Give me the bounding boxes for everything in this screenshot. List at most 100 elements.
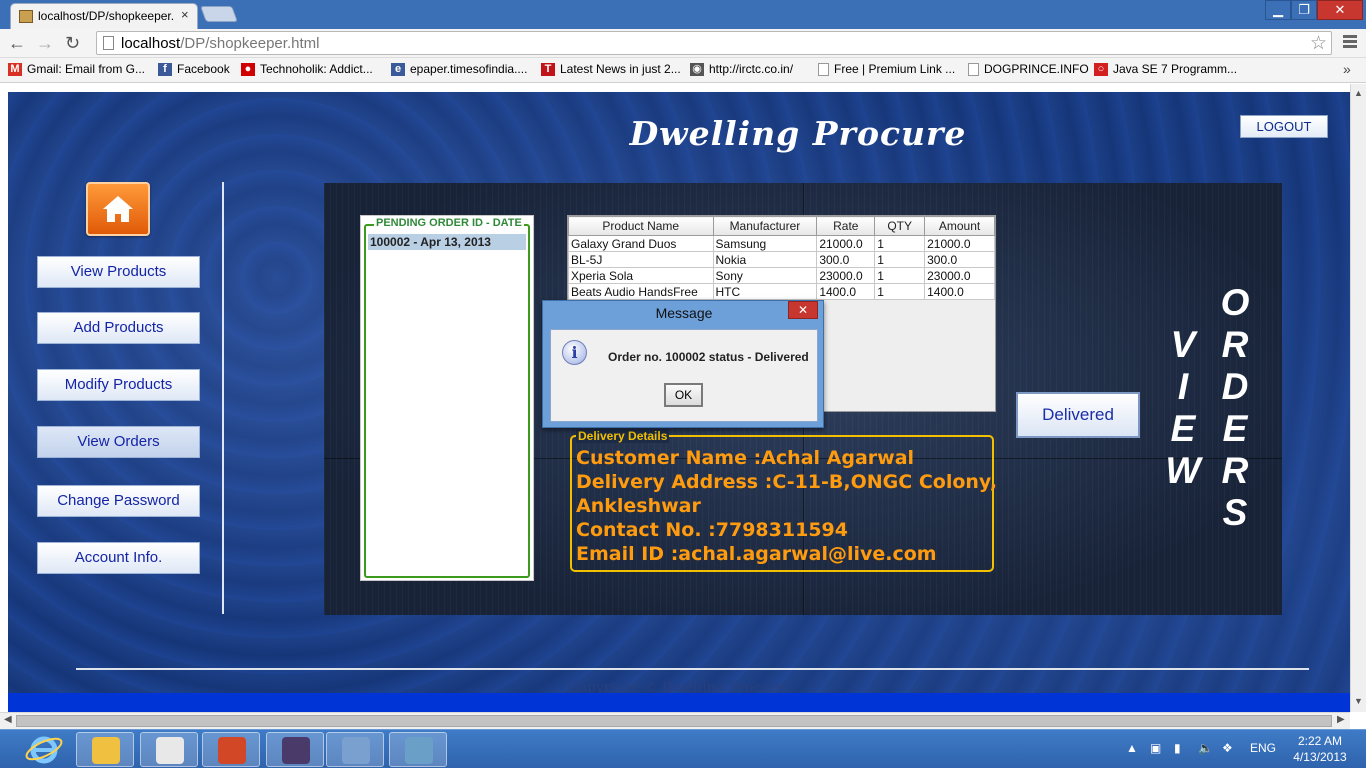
table-cell[interactable]: BL-5J (568, 251, 714, 268)
account-info-button[interactable]: Account Info. (37, 542, 200, 574)
sidebar-divider (222, 182, 224, 614)
back-icon[interactable]: ← (8, 33, 26, 53)
taskbar-app-explorer[interactable] (76, 732, 134, 767)
bookmark-item[interactable]: e epaper.timesofindia.... (391, 62, 527, 76)
email-id: Email ID :achal.agarwal@live.com (576, 543, 937, 565)
table-cell[interactable]: Sony (712, 267, 818, 284)
scroll-thumb[interactable] (16, 715, 1332, 727)
toi-icon: T (541, 62, 555, 76)
table-cell[interactable]: 21000.0 (924, 235, 995, 252)
pending-orders-group: PENDING ORDER ID - DATE 100002 - Apr 13,… (364, 217, 530, 578)
scroll-up-icon[interactable]: ▲ (1354, 88, 1363, 98)
close-window-button[interactable]: ✕ (1317, 0, 1363, 20)
modify-products-button[interactable]: Modify Products (37, 369, 200, 401)
table-cell[interactable]: HTC (712, 283, 818, 300)
table-cell[interactable]: 21000.0 (816, 235, 876, 252)
bookmark-star-icon[interactable]: ☆ (1310, 32, 1327, 55)
table-cell[interactable]: 1400.0 (816, 283, 876, 300)
delivery-details-group: Delivery Details Customer Name :Achal Ag… (570, 429, 997, 572)
epaper-icon: e (391, 62, 405, 76)
table-row[interactable]: BL-5J Nokia 300.0 1 300.0 (568, 251, 995, 268)
taskbar-app-java-ee-ide[interactable] (266, 732, 324, 767)
volume-icon[interactable]: 🔈 (1198, 741, 1213, 755)
table-cell[interactable]: Beats Audio HandsFree (568, 283, 714, 300)
home-button[interactable] (86, 182, 150, 236)
table-cell[interactable]: Galaxy Grand Duos (568, 235, 714, 252)
bookmark-item[interactable]: DOGPRINCE.INFO (968, 62, 1089, 76)
signal-icon[interactable]: ▮ (1174, 741, 1181, 755)
table-cell[interactable]: 23000.0 (924, 267, 995, 284)
taskbar-app-picture-viewer[interactable] (389, 732, 447, 767)
scroll-down-icon[interactable]: ▼ (1354, 696, 1363, 706)
dropbox-icon[interactable]: ❖ (1222, 741, 1233, 755)
new-tab-button[interactable] (200, 6, 238, 22)
taskbar-app-installer[interactable] (326, 732, 384, 767)
page-viewport: Dwelling Procure LOGOUT View Products Ad… (0, 84, 1350, 712)
column-header[interactable]: QTY (874, 216, 926, 236)
page-icon (818, 62, 829, 76)
column-header[interactable]: Rate (816, 216, 876, 236)
minimize-button[interactable]: ▁ (1265, 0, 1291, 20)
bookmark-item[interactable]: ○ Java SE 7 Programm... (1094, 62, 1237, 76)
vertical-scrollbar[interactable]: ▲ ▼ (1350, 84, 1366, 712)
table-cell[interactable]: 1400.0 (924, 283, 995, 300)
orders-vertical-heading: O R D E R S (1220, 282, 1250, 533)
more-bookmarks-icon[interactable]: » (1343, 61, 1351, 77)
table-cell[interactable]: 1 (874, 235, 926, 252)
logout-button[interactable]: LOGOUT (1240, 115, 1328, 138)
address-bar[interactable]: localhost/DP/shopkeeper.html ☆ (96, 31, 1332, 55)
bookmark-item[interactable]: ◉ http://irctc.co.in/ (690, 62, 793, 76)
page-title: Dwelling Procure (629, 114, 967, 153)
table-cell[interactable]: 1 (874, 267, 926, 284)
language-indicator[interactable]: ENG (1250, 741, 1276, 755)
table-cell[interactable]: 1 (874, 251, 926, 268)
tray-expand-icon[interactable]: ▲ (1126, 741, 1138, 755)
scroll-left-icon[interactable]: ◀ (4, 714, 12, 725)
tab-close-icon[interactable]: × (181, 7, 189, 22)
start-button[interactable] (24, 732, 66, 767)
table-row[interactable]: Xperia Sola Sony 23000.0 1 23000.0 (568, 267, 995, 284)
table-row[interactable]: Beats Audio HandsFree HTC 1400.0 1 1400.… (568, 283, 995, 300)
table-cell[interactable]: 300.0 (816, 251, 876, 268)
bookmark-item[interactable]: ● Technoholik: Addict... (241, 62, 373, 76)
column-header[interactable]: Product Name (568, 216, 714, 236)
bookmark-item[interactable]: Free | Premium Link ... (818, 62, 955, 76)
maximize-button[interactable]: ❐ (1291, 0, 1317, 20)
delivered-button[interactable]: Delivered (1016, 392, 1140, 438)
page-icon (103, 36, 114, 50)
pending-order-item[interactable]: 100002 - Apr 13, 2013 (368, 234, 526, 250)
system-clock[interactable]: 2:22 AM 4/13/2013 (1290, 733, 1350, 765)
column-header[interactable]: Amount (924, 216, 995, 236)
chrome-menu-icon[interactable] (1343, 35, 1357, 50)
ok-button[interactable]: OK (664, 383, 703, 407)
view-products-button[interactable]: View Products (37, 256, 200, 288)
scroll-right-icon[interactable]: ▶ (1337, 714, 1345, 725)
column-header[interactable]: Manufacturer (712, 216, 818, 236)
bookmark-item[interactable]: M Gmail: Email from G... (8, 62, 145, 76)
taskbar-app-chrome[interactable] (140, 732, 198, 767)
dialog-close-button[interactable]: ✕ (788, 301, 818, 319)
table-cell[interactable]: Nokia (712, 251, 818, 268)
bookmark-label: epaper.timesofindia.... (410, 62, 528, 76)
table-cell[interactable]: 1 (874, 283, 926, 300)
table-cell[interactable]: 23000.0 (816, 267, 876, 284)
bookmark-item[interactable]: T Latest News in just 2... (541, 62, 681, 76)
chrome-icon (156, 737, 184, 764)
powerpoint-icon (218, 737, 246, 764)
add-products-button[interactable]: Add Products (37, 312, 200, 344)
horizontal-scrollbar[interactable]: ◀ ▶ (0, 712, 1350, 729)
table-cell[interactable]: Xperia Sola (568, 267, 714, 284)
view-orders-button[interactable]: View Orders (37, 426, 200, 458)
bookmark-item[interactable]: f Facebook (158, 62, 230, 76)
bookmark-label: DOGPRINCE.INFO (984, 62, 1089, 76)
taskbar-app-powerpoint[interactable] (202, 732, 260, 767)
table-cell[interactable]: Samsung (712, 235, 818, 252)
table-row[interactable]: Galaxy Grand Duos Samsung 21000.0 1 2100… (568, 235, 995, 252)
browser-tab[interactable]: localhost/DP/shopkeeper. × (10, 3, 198, 29)
info-icon: i (562, 340, 587, 365)
table-cell[interactable]: 300.0 (924, 251, 995, 268)
forward-icon[interactable]: → (36, 33, 54, 53)
network-icon[interactable]: ▣ (1150, 741, 1161, 755)
reload-icon[interactable]: ↻ (65, 33, 80, 53)
change-password-button[interactable]: Change Password (37, 485, 200, 517)
